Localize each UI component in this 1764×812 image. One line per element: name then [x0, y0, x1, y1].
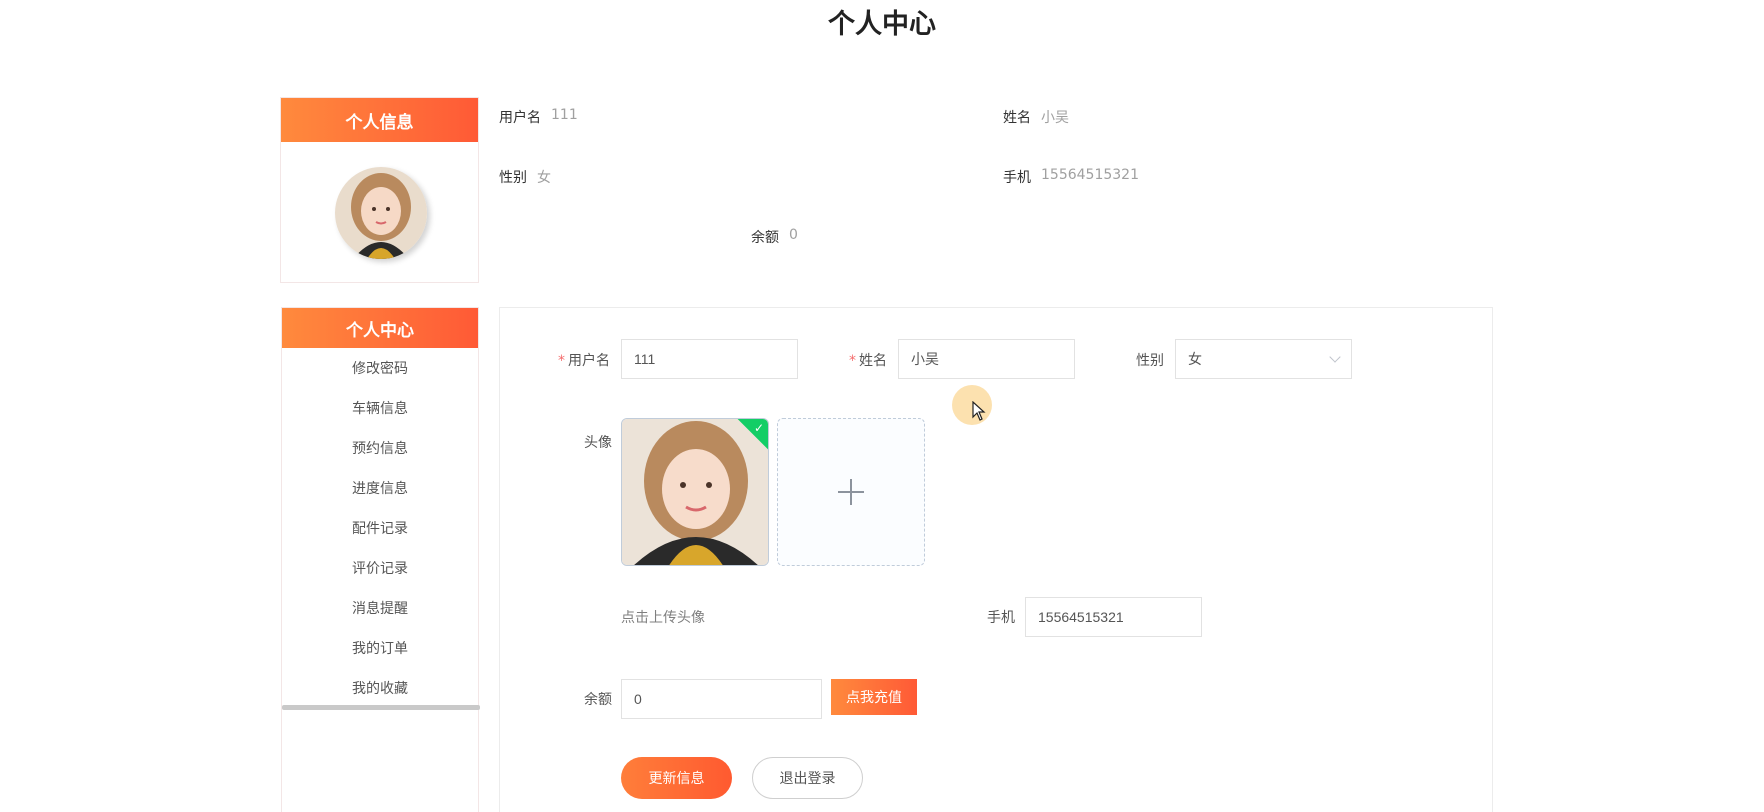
- menu-item-vehicle-info[interactable]: 车辆信息: [282, 388, 478, 428]
- profile-card-header: 个人信息: [281, 98, 478, 142]
- menu-header[interactable]: 个人中心: [282, 308, 478, 348]
- balance-input[interactable]: [621, 679, 822, 719]
- avatar-upload-button[interactable]: [777, 418, 925, 566]
- sidebar-menu: 个人中心 修改密码 车辆信息 预约信息 进度信息 配件记录 评价记录 消息提醒 …: [281, 307, 480, 812]
- recharge-button[interactable]: 点我充值: [831, 679, 917, 715]
- summary-gender-label: 性别: [499, 170, 527, 186]
- summary-gender: 性别 女: [499, 167, 551, 187]
- menu-item-change-password[interactable]: 修改密码: [282, 348, 478, 388]
- summary-username-value: 111: [551, 107, 578, 123]
- summary-balance-label: 余额: [751, 230, 779, 246]
- page-title: 个人中心: [828, 9, 936, 40]
- summary-username-label: 用户名: [499, 110, 541, 126]
- required-star: *: [558, 353, 565, 369]
- menu-item-messages[interactable]: 消息提醒: [282, 588, 478, 628]
- menu-item-progress[interactable]: 进度信息: [282, 468, 478, 508]
- avatar-label: 头像: [584, 435, 612, 451]
- upload-hint: 点击上传头像: [621, 610, 705, 626]
- menu-item-parts-records[interactable]: 配件记录: [282, 508, 478, 548]
- plus-icon: [838, 479, 864, 505]
- summary-phone-value: 15564515321: [1041, 167, 1139, 183]
- menu-item-review-records[interactable]: 评价记录: [282, 548, 478, 588]
- gender-label: 性别: [1136, 353, 1164, 369]
- check-icon: ✓: [753, 421, 764, 435]
- summary-balance: 余额 0: [751, 227, 798, 247]
- uploaded-avatar[interactable]: ✓: [621, 418, 769, 566]
- menu-scrollbar[interactable]: [282, 705, 480, 710]
- chevron-down-icon: [1329, 351, 1341, 363]
- username-label: * 用户名: [558, 353, 610, 369]
- profile-card: 个人信息: [280, 97, 479, 283]
- name-input[interactable]: [898, 339, 1075, 379]
- menu-item-favorites[interactable]: 我的收藏: [282, 668, 478, 708]
- summary-name-label: 姓名: [1003, 110, 1031, 126]
- gender-select[interactable]: 女: [1175, 339, 1352, 379]
- username-input[interactable]: [621, 339, 798, 379]
- cursor-highlight: [952, 385, 992, 425]
- summary-username: 用户名 111: [499, 107, 578, 127]
- update-info-button[interactable]: 更新信息: [621, 757, 732, 799]
- avatar: [335, 167, 427, 259]
- phone-input[interactable]: [1025, 597, 1202, 637]
- balance-label: 余额: [584, 692, 612, 708]
- menu-item-my-orders[interactable]: 我的订单: [282, 628, 478, 668]
- summary-gender-value: 女: [537, 170, 551, 186]
- gender-select-value: 女: [1188, 352, 1202, 368]
- phone-label: 手机: [987, 610, 1015, 626]
- summary-balance-value: 0: [789, 227, 798, 243]
- summary-phone: 手机 15564515321: [1003, 167, 1139, 187]
- menu-item-appointments[interactable]: 预约信息: [282, 428, 478, 468]
- logout-button[interactable]: 退出登录: [752, 757, 863, 799]
- summary-name-value: 小吴: [1041, 110, 1069, 126]
- summary-phone-label: 手机: [1003, 170, 1031, 186]
- name-label: * 姓名: [849, 353, 887, 369]
- required-star: *: [849, 353, 856, 369]
- summary-name: 姓名 小吴: [1003, 107, 1069, 127]
- cursor-icon: [972, 401, 986, 421]
